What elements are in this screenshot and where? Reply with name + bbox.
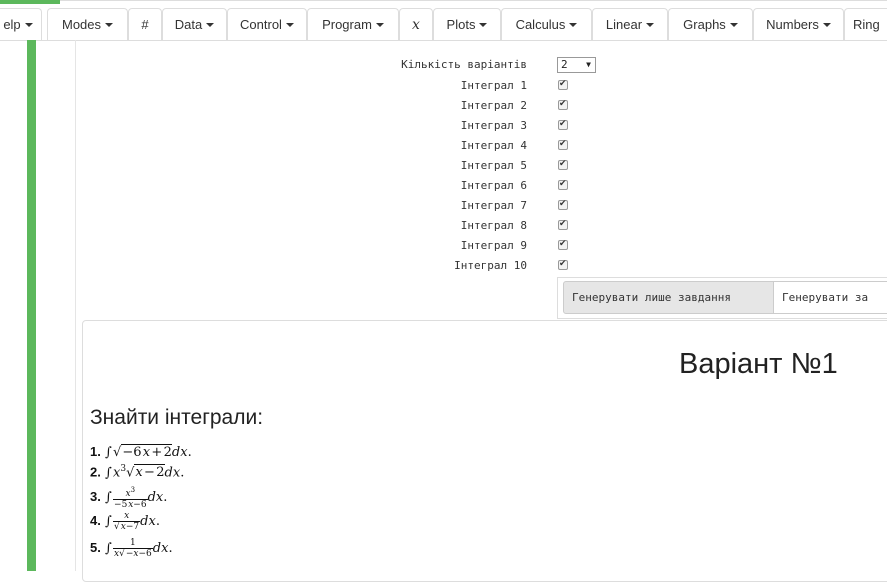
integral-row: Інтеграл 6	[0, 177, 887, 197]
generate-button-group: Генерувати лише завдання Генерувати за	[557, 277, 887, 319]
menu-numbers-label: Numbers	[766, 17, 819, 32]
toolbar-top-border	[0, 0, 887, 1]
problem-number: 3.	[90, 489, 101, 504]
menu-hash-label: #	[141, 17, 149, 32]
generate-tasks-only-label: Генерувати лише завдання	[572, 291, 731, 304]
integral-row: Інтеграл 9	[0, 237, 887, 257]
variants-row: Кількість варіантів 2 ▼	[0, 56, 887, 76]
problem-item: 3. ∫ x3 −5 x−6 dx.	[90, 486, 168, 510]
integral-label: Інтеграл 10	[454, 259, 527, 272]
menu-data[interactable]: Data	[162, 8, 227, 40]
integral-checkbox[interactable]	[558, 238, 568, 250]
menu-variable-x-label: x	[412, 16, 420, 33]
integral-row: Інтеграл 10	[0, 257, 887, 277]
menu-program[interactable]: Program	[307, 8, 399, 40]
menu-control[interactable]: Control	[227, 8, 307, 40]
problem-item: 1. ∫ √−6 x + 2dx.	[90, 444, 192, 460]
chevron-down-icon	[105, 22, 114, 27]
menu-calculus[interactable]: Calculus	[501, 8, 592, 40]
menu-graphs-label: Graphs	[683, 17, 726, 32]
problem-item: 4. ∫ x √x−7 dx.	[90, 511, 160, 532]
top-toolbar: elp Modes # Data Control Program x Plots…	[0, 0, 887, 41]
integral-checkbox[interactable]	[558, 178, 568, 190]
active-tab-indicator	[0, 0, 60, 4]
menu-numbers[interactable]: Numbers	[753, 8, 844, 40]
integral-checkbox[interactable]	[558, 258, 568, 270]
menu-plots-label: Plots	[446, 17, 476, 32]
chevron-down-icon	[646, 22, 655, 27]
problem-item: 5. ∫ 1 x√−x−6 dx.	[90, 538, 173, 559]
menu-program-label: Program	[322, 17, 372, 32]
menu-help[interactable]: elp	[0, 8, 42, 40]
menu-linear-label: Linear	[605, 17, 643, 32]
integral-label: Інтеграл 4	[460, 139, 527, 152]
problem-number: 4.	[90, 513, 101, 528]
integral-label: Інтеграл 8	[460, 219, 527, 232]
integral-label: Інтеграл 5	[460, 159, 527, 172]
integral-row: Інтеграл 4	[0, 137, 887, 157]
integral-checkbox[interactable]	[558, 78, 568, 90]
integral-row: Інтеграл 2	[0, 97, 887, 117]
menu-linear[interactable]: Linear	[592, 8, 668, 40]
integral-checkbox[interactable]	[558, 98, 568, 110]
menu-graphs[interactable]: Graphs	[668, 8, 753, 40]
variants-label: Кількість варіантів	[401, 58, 527, 71]
variants-select-value: 2	[561, 58, 568, 71]
menu-modes[interactable]: Modes	[47, 8, 128, 40]
integral-row: Інтеграл 7	[0, 197, 887, 217]
integral-checkbox[interactable]	[558, 158, 568, 170]
menu-help-label: elp	[3, 17, 21, 32]
menu-data-label: Data	[174, 17, 203, 32]
problem-number: 5.	[90, 540, 101, 555]
integral-checkbox[interactable]	[558, 218, 568, 230]
integral-label: Інтеграл 6	[460, 179, 527, 192]
chevron-down-icon	[206, 22, 215, 27]
menu-modes-label: Modes	[61, 17, 102, 32]
problem-item: 2. ∫ x3√x − 2dx.	[90, 464, 185, 481]
integral-label: Інтеграл 1	[460, 79, 527, 92]
dropdown-arrow-icon: ▼	[586, 60, 591, 69]
integral-row: Інтеграл 1	[0, 77, 887, 97]
integral-row: Інтеграл 3	[0, 117, 887, 137]
menu-control-label: Control	[240, 17, 282, 32]
chevron-down-icon	[569, 22, 578, 27]
integral-row: Інтеграл 5	[0, 157, 887, 177]
menu-plots[interactable]: Plots	[433, 8, 501, 40]
generate-tasks-only-button[interactable]: Генерувати лише завдання	[563, 281, 774, 314]
problem-number: 2.	[90, 464, 101, 480]
menu-ring-label: Ring	[853, 17, 880, 32]
generate-with-answers-label: Генерувати за	[782, 291, 869, 304]
chevron-down-icon	[24, 22, 33, 27]
integral-label: Інтеграл 9	[460, 239, 527, 252]
integral-label: Інтеграл 2	[460, 99, 527, 112]
integral-row: Інтеграл 8	[0, 217, 887, 237]
integral-label: Інтеграл 3	[460, 119, 527, 132]
integral-checkbox[interactable]	[558, 118, 568, 130]
chevron-down-icon	[285, 22, 294, 27]
integral-checkbox[interactable]	[558, 198, 568, 210]
variants-select[interactable]: 2 ▼	[557, 57, 596, 73]
menu-ring[interactable]: Ring	[844, 8, 887, 40]
chevron-down-icon	[479, 22, 488, 27]
integral-checkbox[interactable]	[558, 138, 568, 150]
menu-variable-x[interactable]: x	[399, 8, 433, 40]
menu-calculus-label: Calculus	[515, 17, 566, 32]
generate-with-answers-button[interactable]: Генерувати за	[774, 281, 887, 314]
chevron-down-icon	[822, 22, 831, 27]
chevron-down-icon	[375, 22, 384, 27]
variant-title: Варіант №1	[679, 348, 838, 380]
menu-hash[interactable]: #	[128, 8, 162, 40]
task-heading: Знайти інтеграли:	[90, 406, 264, 429]
integral-label: Інтеграл 7	[460, 199, 527, 212]
chevron-down-icon	[729, 22, 738, 27]
problem-number: 1.	[90, 444, 101, 459]
